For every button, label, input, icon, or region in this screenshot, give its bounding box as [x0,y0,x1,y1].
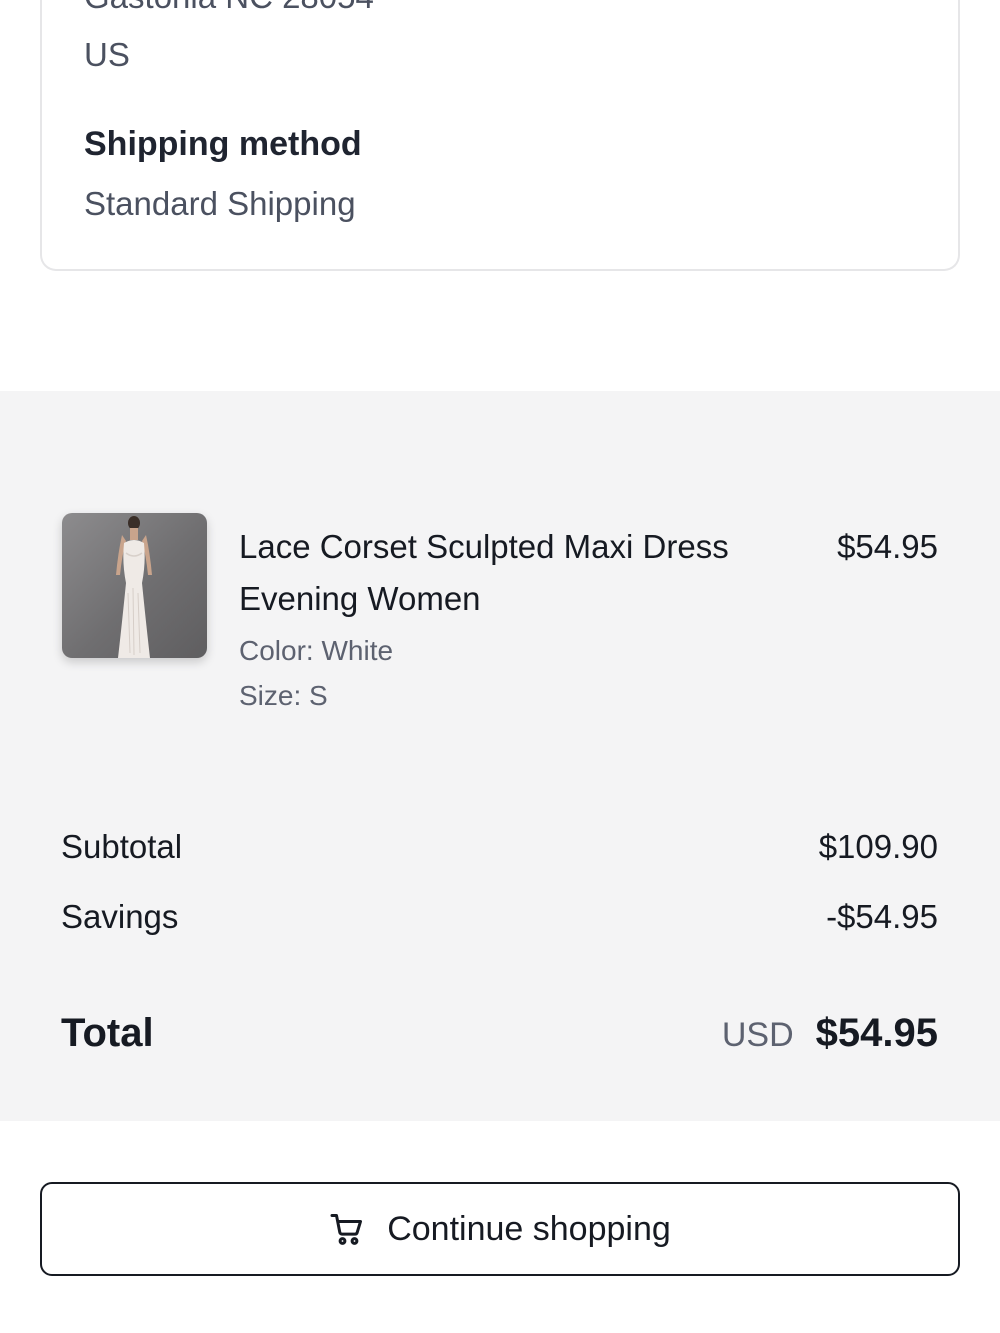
product-color: Color: White [239,635,394,666]
total-value: $54.95 [815,1011,938,1055]
continue-shopping-button[interactable]: Continue shopping [40,1182,960,1276]
address-city-line: Gastonia NC 28054 [84,0,374,16]
savings-label: Savings [61,898,179,935]
subtotal-label: Subtotal [61,828,183,865]
shipping-method-heading: Shipping method [84,125,362,163]
product-price: $54.95 [837,528,938,565]
order-summary: Lace Corset Sculpted Maxi Dress Evening … [0,391,1000,1121]
savings-value: -$54.95 [826,898,938,935]
total-label: Total [61,1011,154,1055]
product-size: Size: S [239,680,328,711]
continue-shopping-label: Continue shopping [387,1209,671,1248]
total-amount-group: USD $54.95 [722,1011,938,1056]
product-title: Lace Corset Sculpted Maxi Dress Evening … [239,528,729,617]
cart-icon [329,1211,365,1247]
total-currency: USD [721,1016,794,1054]
product-thumbnail [62,513,207,658]
shipping-info-card: Gastonia NC 28054 US Shipping method Sta… [40,0,960,271]
subtotal-value: $109.90 [818,828,938,865]
address-country: US [84,36,130,73]
shipping-method-value: Standard Shipping [84,185,356,222]
order-confirmation-page: Gastonia NC 28054 US Shipping method Sta… [0,0,1000,1333]
